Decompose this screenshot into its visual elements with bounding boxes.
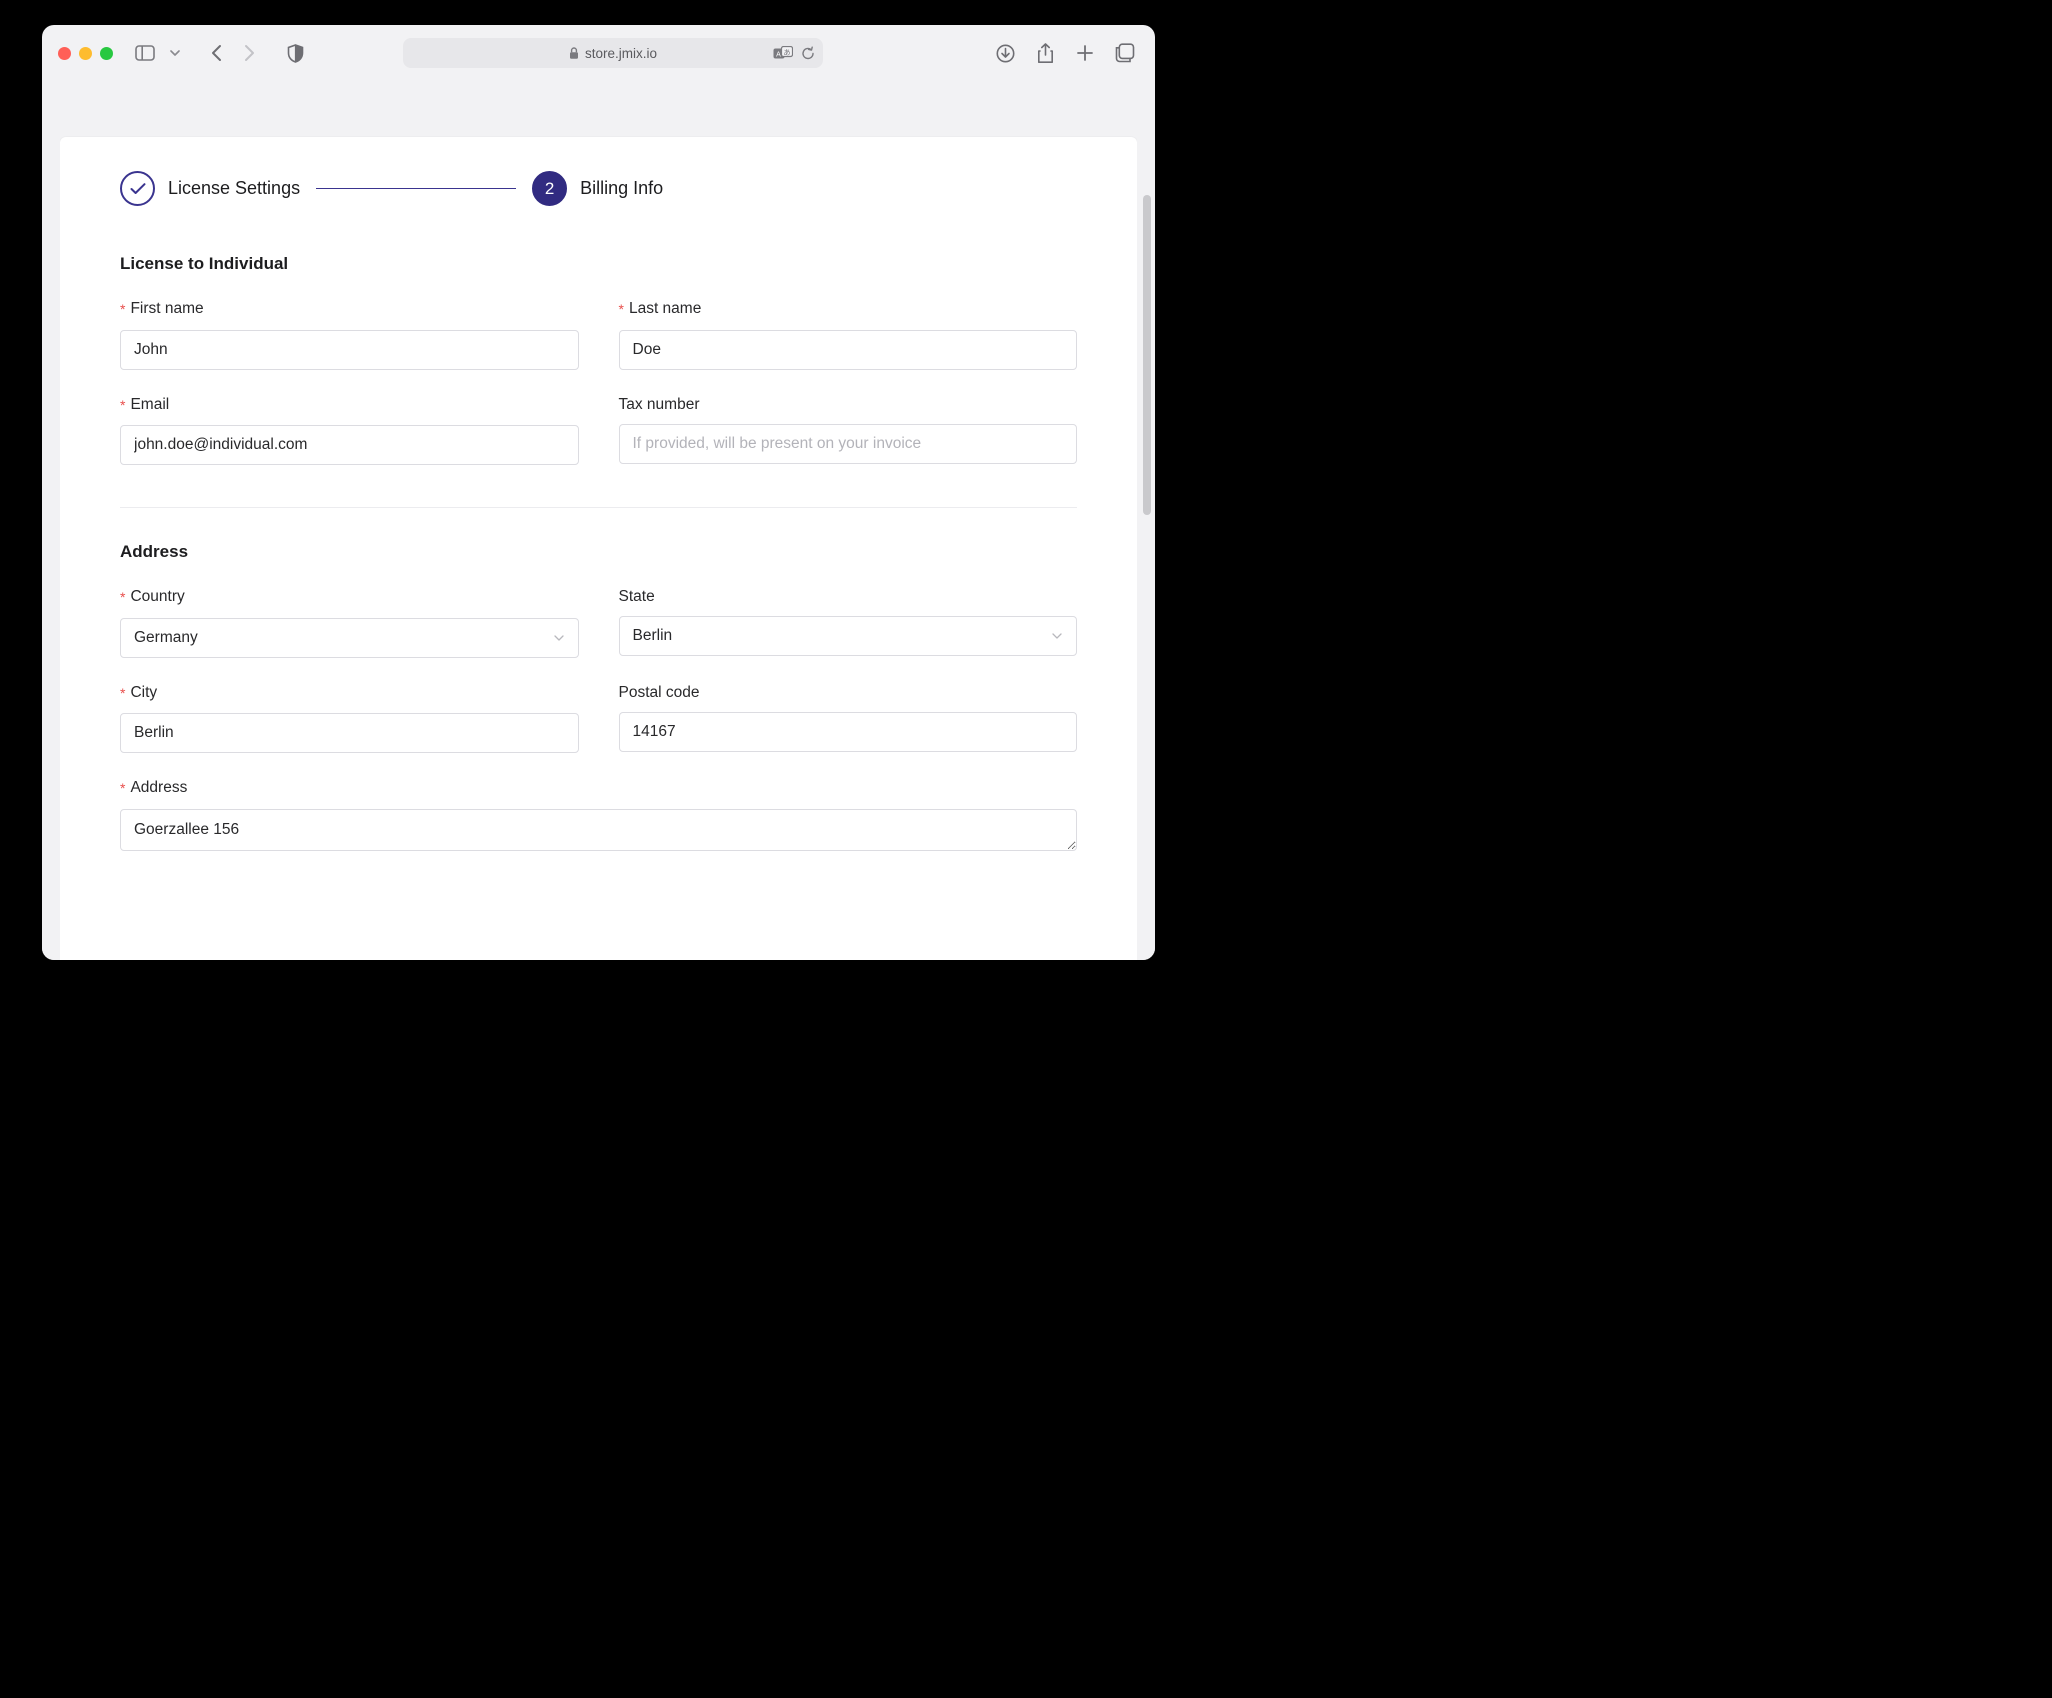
select-value: Berlin xyxy=(633,627,673,645)
nav-back-button[interactable] xyxy=(203,39,231,67)
share-button[interactable] xyxy=(1031,39,1059,67)
scrollbar[interactable] xyxy=(1143,195,1151,695)
browser-window: store.jmix.io Aあ xyxy=(42,25,1155,960)
required-star-icon: * xyxy=(120,396,125,416)
field-address: *Address xyxy=(120,779,1077,856)
reload-icon[interactable] xyxy=(801,46,815,61)
required-star-icon: * xyxy=(120,779,125,799)
section-title-address: Address xyxy=(120,542,1077,562)
step-label: Billing Info xyxy=(580,178,663,199)
required-star-icon: * xyxy=(619,300,624,320)
email-input[interactable] xyxy=(120,425,579,465)
step-label: License Settings xyxy=(168,178,300,199)
required-star-icon: * xyxy=(120,684,125,704)
last-name-input[interactable] xyxy=(619,330,1078,370)
field-label: *First name xyxy=(120,300,579,320)
browser-viewport: License Settings 2 Billing Info License … xyxy=(42,81,1155,960)
field-last-name: *Last name xyxy=(619,300,1078,370)
nav-forward-button[interactable] xyxy=(235,39,263,67)
field-first-name: *First name xyxy=(120,300,579,370)
field-email: *Email xyxy=(120,396,579,466)
field-label: State xyxy=(619,588,1078,606)
window-controls xyxy=(58,47,113,60)
close-window-button[interactable] xyxy=(58,47,71,60)
field-label: *Country xyxy=(120,588,579,608)
field-city: *City xyxy=(120,684,579,754)
required-star-icon: * xyxy=(120,588,125,608)
translate-icon[interactable]: Aあ xyxy=(773,46,793,61)
section-divider xyxy=(120,507,1077,508)
page-content: License Settings 2 Billing Info License … xyxy=(60,137,1137,960)
sidebar-toggle-button[interactable] xyxy=(131,39,159,67)
field-state: State Berlin xyxy=(619,588,1078,658)
svg-text:あ: あ xyxy=(784,48,791,56)
sidebar-dropdown-button[interactable] xyxy=(161,39,189,67)
new-tab-button[interactable] xyxy=(1071,39,1099,67)
downloads-button[interactable] xyxy=(991,39,1019,67)
step-license-settings[interactable]: License Settings xyxy=(120,171,300,206)
checkout-stepper: License Settings 2 Billing Info xyxy=(120,171,1077,206)
step-billing-info[interactable]: 2 Billing Info xyxy=(532,171,663,206)
tab-overview-button[interactable] xyxy=(1111,39,1139,67)
state-select[interactable]: Berlin xyxy=(619,616,1078,656)
country-select[interactable]: Germany xyxy=(120,618,579,658)
first-name-input[interactable] xyxy=(120,330,579,370)
maximize-window-button[interactable] xyxy=(100,47,113,60)
field-tax-number: Tax number xyxy=(619,396,1078,466)
field-postal-code: Postal code xyxy=(619,684,1078,754)
address-bar[interactable]: store.jmix.io Aあ xyxy=(403,38,823,68)
field-label: *City xyxy=(120,684,579,704)
city-input[interactable] xyxy=(120,713,579,753)
scrollbar-thumb[interactable] xyxy=(1143,195,1151,515)
lock-icon xyxy=(569,47,579,60)
field-label: *Email xyxy=(120,396,579,416)
field-label: Postal code xyxy=(619,684,1078,702)
select-value: Germany xyxy=(134,629,198,647)
minimize-window-button[interactable] xyxy=(79,47,92,60)
field-label: Tax number xyxy=(619,396,1078,414)
postal-code-input[interactable] xyxy=(619,712,1078,752)
url-text: store.jmix.io xyxy=(585,46,657,61)
browser-titlebar: store.jmix.io Aあ xyxy=(42,25,1155,81)
svg-text:A: A xyxy=(776,51,781,58)
field-label: *Address xyxy=(120,779,1077,799)
section-title-individual: License to Individual xyxy=(120,254,1077,274)
tax-number-input[interactable] xyxy=(619,424,1078,464)
address-input[interactable] xyxy=(120,809,1077,851)
field-country: *Country Germany xyxy=(120,588,579,658)
step-number-badge: 2 xyxy=(532,171,567,206)
chevron-down-icon xyxy=(553,632,565,644)
checkmark-icon xyxy=(120,171,155,206)
chevron-down-icon xyxy=(1051,630,1063,642)
privacy-shield-button[interactable] xyxy=(281,39,309,67)
field-label: *Last name xyxy=(619,300,1078,320)
step-connector xyxy=(316,188,516,190)
required-star-icon: * xyxy=(120,300,125,320)
